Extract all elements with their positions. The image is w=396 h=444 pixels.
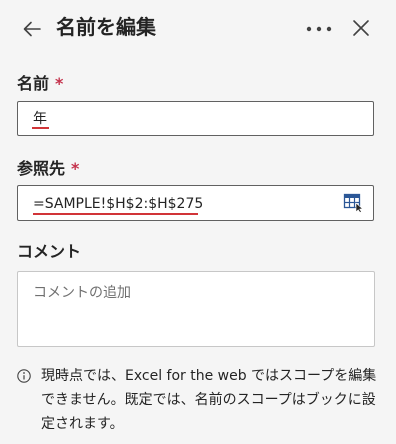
- select-range-button[interactable]: [343, 193, 365, 213]
- spellcheck-underline: [32, 127, 49, 129]
- reference-label-text: 参照先: [17, 159, 66, 178]
- edit-name-panel: 名前を編集 名前 * 年 参照先 * =SAMPLE!$H$2:$H$275 コ…: [0, 0, 396, 444]
- name-required-mark: *: [55, 74, 64, 93]
- name-input-value: 年: [33, 111, 47, 127]
- panel-title: 名前を編集: [56, 15, 156, 39]
- close-icon: [353, 20, 369, 36]
- reference-input-value: =SAMPLE!$H$2:$H$275: [33, 196, 204, 212]
- more-horizontal-icon: [306, 26, 332, 32]
- name-input[interactable]: 年: [17, 101, 374, 136]
- info-icon: [17, 369, 31, 383]
- scope-info-text: 現時点では、Excel for the web ではスコープを編集できません。既…: [41, 368, 377, 432]
- select-range-icon: [343, 193, 364, 213]
- reference-required-mark: *: [71, 159, 80, 178]
- comment-textarea[interactable]: [17, 271, 375, 347]
- back-button[interactable]: [20, 17, 44, 41]
- spellcheck-underline: [33, 213, 198, 215]
- reference-input[interactable]: =SAMPLE!$H$2:$H$275: [17, 185, 374, 221]
- arrow-left-icon: [23, 21, 41, 37]
- reference-label: 参照先 *: [17, 158, 79, 180]
- name-label-text: 名前: [17, 74, 50, 93]
- more-options-button[interactable]: [306, 17, 332, 41]
- name-label: 名前 *: [17, 73, 63, 95]
- close-button[interactable]: [349, 16, 373, 40]
- comment-label: コメント: [17, 242, 82, 261]
- panel-header: 名前を編集: [0, 0, 396, 56]
